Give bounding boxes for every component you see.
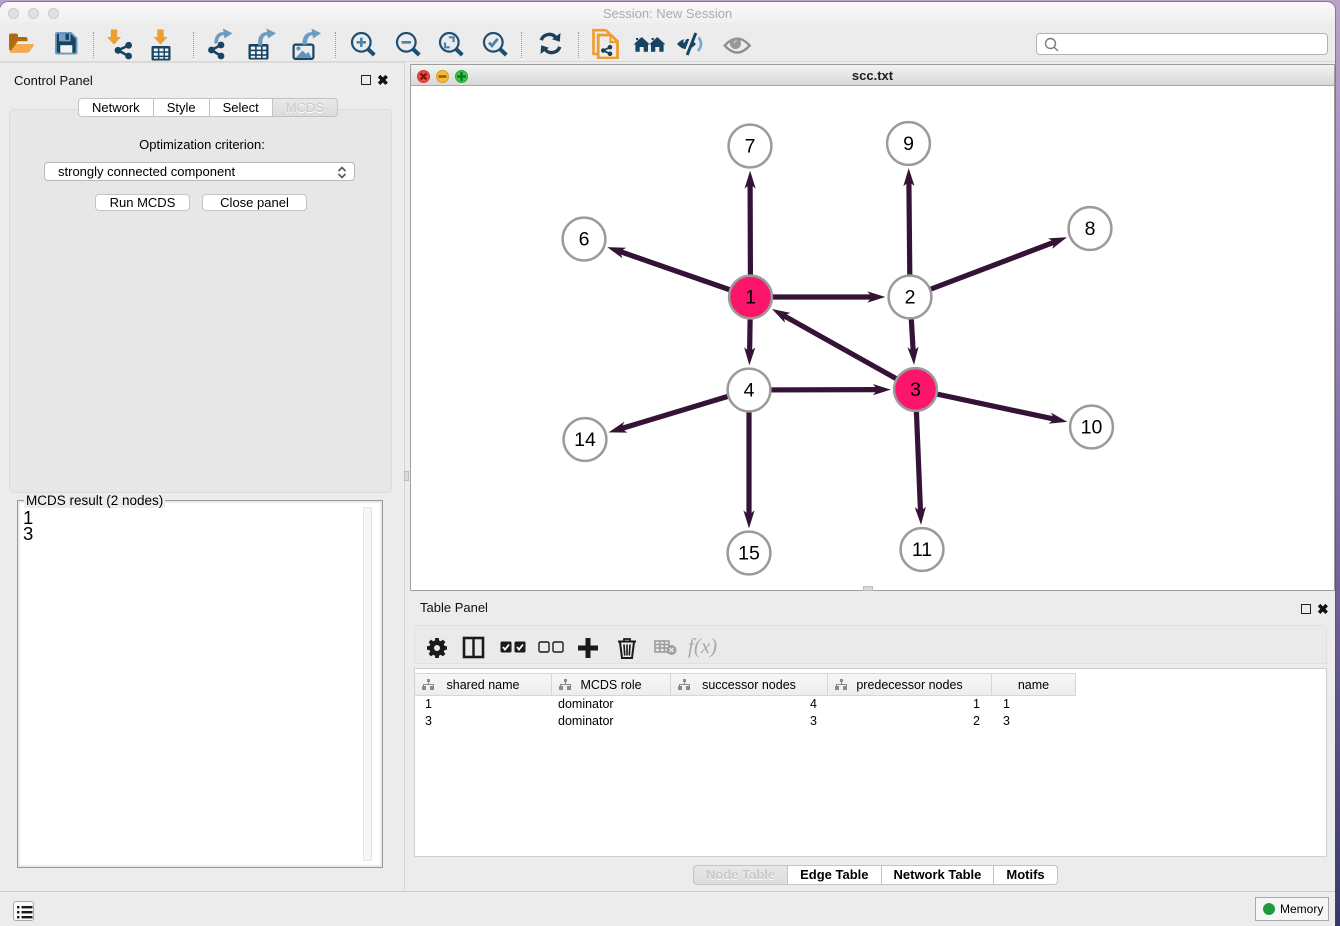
svg-text:15: 15 [738, 543, 760, 565]
svg-text:9: 9 [903, 133, 914, 155]
svg-text:2: 2 [905, 287, 916, 309]
svg-text:6: 6 [579, 229, 590, 251]
svg-text:14: 14 [574, 429, 596, 451]
svg-text:1: 1 [745, 287, 756, 309]
svg-text:3: 3 [910, 379, 921, 401]
svg-text:4: 4 [744, 380, 755, 402]
svg-text:8: 8 [1085, 218, 1096, 240]
svg-text:10: 10 [1081, 417, 1103, 439]
svg-text:7: 7 [745, 136, 756, 158]
svg-text:11: 11 [912, 539, 932, 561]
